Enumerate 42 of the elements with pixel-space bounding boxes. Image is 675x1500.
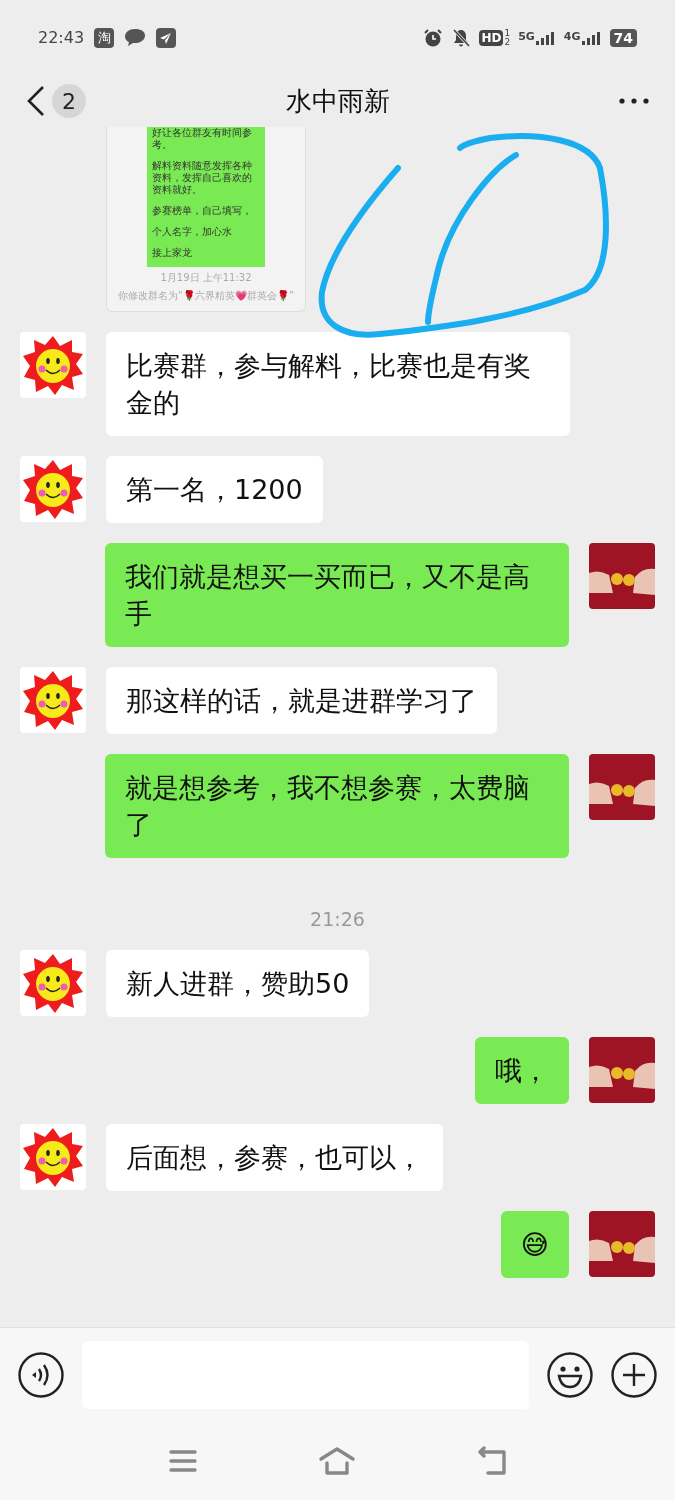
message-text: 解料资料随意发挥各种资料，发挥自己喜欢的资料就好。: [152, 160, 253, 196]
message-text: 接上家龙: [152, 247, 193, 259]
message-bubble[interactable]: 后面想，参赛，也可以，: [106, 1124, 443, 1191]
message-bubble[interactable]: 第一名，1200: [106, 456, 323, 523]
sun-avatar[interactable]: [20, 332, 86, 398]
message-bubble[interactable]: 比赛群，参与解料，比赛也是有奖金的: [106, 332, 570, 436]
timestamp: 21:26: [310, 908, 365, 930]
message-text: 好让各位群友有时间参考。: [152, 127, 253, 151]
photo-placeholder[interactable]: [589, 1037, 655, 1103]
back-icon[interactable]: [26, 85, 46, 117]
chat-bubble-icon: [124, 27, 147, 48]
system-notice: 你修改群名为“🌹六界精英💗群英会🌹”: [117, 289, 295, 303]
message-bubble[interactable]: 😅: [500, 1211, 569, 1278]
status-time: 22:43: [38, 28, 85, 47]
sun-avatar[interactable]: [20, 456, 86, 522]
message-bubble[interactable]: 我们就是想买一买而已，又不是高手: [105, 543, 569, 647]
more-options-icon[interactable]: [619, 98, 649, 104]
message-text: 参赛榜单，自己填写，: [152, 205, 253, 217]
emoji-icon[interactable]: [547, 1351, 593, 1398]
muted-bell-icon: [451, 27, 472, 48]
chat-title: 水中雨新: [285, 85, 390, 116]
app-notification-icon: 淘: [94, 27, 115, 48]
photo-placeholder[interactable]: [589, 754, 655, 820]
message-text: 个人名字，加心水: [152, 226, 233, 238]
message-bubble[interactable]: 就是想参考，我不想参赛，太费脑了: [105, 754, 569, 858]
paper-plane-icon: [156, 27, 177, 48]
photo-placeholder[interactable]: [589, 543, 655, 609]
back-gesture-icon[interactable]: [475, 1445, 508, 1476]
unread-count-badge[interactable]: 2: [52, 84, 86, 118]
alarm-clock-icon: [423, 27, 444, 48]
home-icon[interactable]: [317, 1445, 356, 1476]
message-bubble[interactable]: 新人进群，赞助50: [106, 950, 370, 1017]
battery-icon: 74: [609, 28, 637, 47]
sun-avatar[interactable]: [20, 950, 86, 1016]
voice-icon[interactable]: [18, 1351, 64, 1398]
sun-avatar[interactable]: [20, 667, 86, 733]
photo-placeholder[interactable]: [589, 1211, 655, 1277]
add-icon[interactable]: [611, 1351, 657, 1398]
message-bubble[interactable]: 那这样的话，就是进群学习了: [106, 667, 497, 734]
message-bubble[interactable]: 哦，: [475, 1037, 569, 1104]
sun-avatar[interactable]: [20, 1124, 86, 1190]
menu-icon[interactable]: [167, 1447, 198, 1474]
